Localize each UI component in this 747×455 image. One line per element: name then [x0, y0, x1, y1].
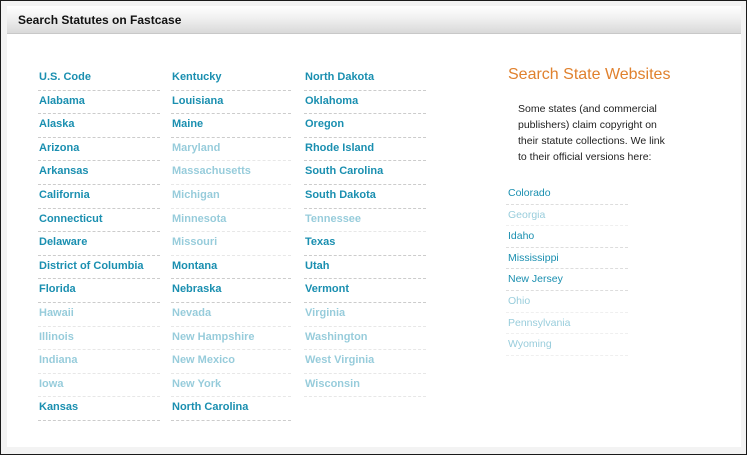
statute-link-virginia[interactable]: Virginia [304, 303, 426, 327]
statute-link-south-dakota[interactable]: South Dakota [304, 185, 426, 209]
state-website-link-colorado[interactable]: Colorado [506, 183, 628, 205]
statute-link-montana[interactable]: Montana [171, 256, 291, 280]
window-frame: Search Statutes on Fastcase U.S. Code Ala… [0, 0, 747, 455]
statute-link-california[interactable]: California [38, 185, 160, 209]
sidebar-description: Some states (and commercial publishers) … [518, 103, 665, 163]
statute-link-wisconsin[interactable]: Wisconsin [304, 374, 426, 398]
statute-link-north-carolina[interactable]: North Carolina [171, 397, 291, 421]
statute-link-north-dakota[interactable]: North Dakota [304, 67, 426, 91]
statute-link-alabama[interactable]: Alabama [38, 91, 160, 115]
state-website-link-pennsylvania[interactable]: Pennsylvania [506, 313, 628, 335]
statute-link-illinois[interactable]: Illinois [38, 327, 160, 351]
statute-column-2: Kentucky Louisiana Maine Maryland Massachuse… [171, 67, 291, 421]
statute-column-3: North Dakota Oklahoma Oregon Rhode Island So… [304, 67, 426, 398]
state-website-link-ohio[interactable]: Ohio [506, 291, 628, 313]
panel-header: Search Statutes on Fastcase [7, 6, 741, 34]
statute-link-nevada[interactable]: Nevada [171, 303, 291, 327]
statute-link-kentucky[interactable]: Kentucky [171, 67, 291, 91]
statute-link-minnesota[interactable]: Minnesota [171, 209, 291, 233]
statute-link-missouri[interactable]: Missouri [171, 232, 291, 256]
state-website-link-new-jersey[interactable]: New Jersey [506, 269, 628, 291]
statute-link-new-hampshire[interactable]: New Hampshire [171, 327, 291, 351]
statute-link-arkansas[interactable]: Arkansas [38, 161, 160, 185]
state-website-link-georgia[interactable]: Georgia [506, 205, 628, 227]
state-website-link-mississippi[interactable]: Mississippi [506, 248, 628, 270]
statute-link-maine[interactable]: Maine [171, 114, 291, 138]
statute-link-alaska[interactable]: Alaska [38, 114, 160, 138]
statute-link-rhode-island[interactable]: Rhode Island [304, 138, 426, 162]
statute-link-vermont[interactable]: Vermont [304, 279, 426, 303]
statute-link-louisiana[interactable]: Louisiana [171, 91, 291, 115]
statute-link-massachusetts[interactable]: Massachusetts [171, 161, 291, 185]
statute-link-utah[interactable]: Utah [304, 256, 426, 280]
statute-link-tennessee[interactable]: Tennessee [304, 209, 426, 233]
statute-link-west-virginia[interactable]: West Virginia [304, 350, 426, 374]
statute-link-indiana[interactable]: Indiana [38, 350, 160, 374]
statute-link-kansas[interactable]: Kansas [38, 397, 160, 421]
statute-link-florida[interactable]: Florida [38, 279, 160, 303]
statute-link-south-carolina[interactable]: South Carolina [304, 161, 426, 185]
statute-link-district-of-columbia[interactable]: District of Columbia [38, 256, 160, 280]
statute-link-maryland[interactable]: Maryland [171, 138, 291, 162]
statute-link-texas[interactable]: Texas [304, 232, 426, 256]
statute-link-michigan[interactable]: Michigan [171, 185, 291, 209]
statute-link-nebraska[interactable]: Nebraska [171, 279, 291, 303]
statute-link-oklahoma[interactable]: Oklahoma [304, 91, 426, 115]
statute-link-new-mexico[interactable]: New Mexico [171, 350, 291, 374]
panel-title: Search Statutes on Fastcase [18, 13, 182, 27]
statute-link-u-s-code[interactable]: U.S. Code [38, 67, 160, 91]
state-website-link-wyoming[interactable]: Wyoming [506, 334, 628, 356]
statute-link-delaware[interactable]: Delaware [38, 232, 160, 256]
statute-column-1: U.S. Code Alabama Alaska Arizona Arkansas Cal… [38, 67, 160, 421]
content-panel: U.S. Code Alabama Alaska Arizona Arkansas Cal… [7, 34, 741, 447]
statute-link-iowa[interactable]: Iowa [38, 374, 160, 398]
state-website-list: Colorado Georgia Idaho Mississippi New Jerse… [506, 183, 628, 356]
sidebar-title: Search State Websites [508, 66, 671, 83]
statute-link-connecticut[interactable]: Connecticut [38, 209, 160, 233]
statute-link-washington[interactable]: Washington [304, 327, 426, 351]
statute-link-oregon[interactable]: Oregon [304, 114, 426, 138]
statute-link-new-york[interactable]: New York [171, 374, 291, 398]
state-website-link-idaho[interactable]: Idaho [506, 226, 628, 248]
statute-link-hawaii[interactable]: Hawaii [38, 303, 160, 327]
statute-link-arizona[interactable]: Arizona [38, 138, 160, 162]
